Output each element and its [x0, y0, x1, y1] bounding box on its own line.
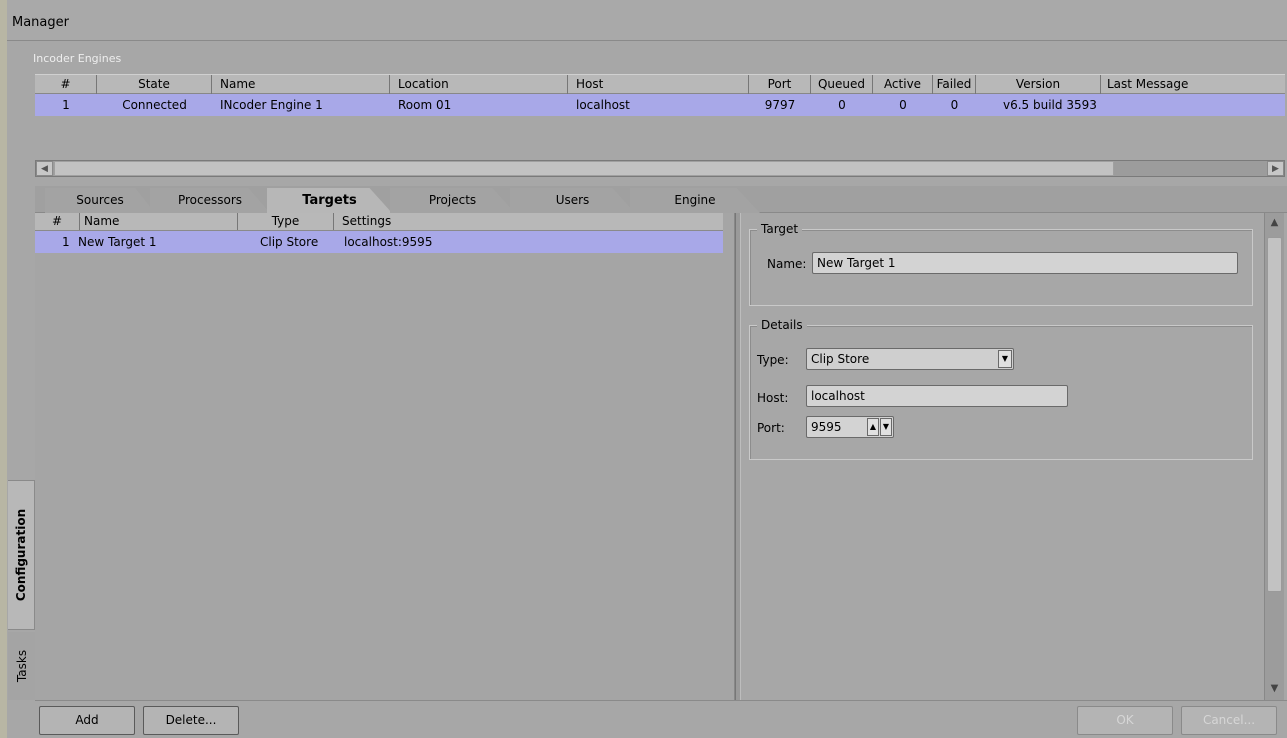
- column-header-active[interactable]: Active: [873, 75, 933, 94]
- tab-targets[interactable]: Targets: [267, 188, 392, 213]
- side-tab-tasks-label: Tasks: [14, 649, 29, 683]
- column-header-port[interactable]: Port: [749, 75, 811, 94]
- column-header-settings[interactable]: Settings: [334, 213, 723, 230]
- scrollbar-thumb[interactable]: [1267, 237, 1282, 592]
- type-select-value: Clip Store: [811, 352, 870, 366]
- target-name: New Target 1: [78, 235, 157, 249]
- tab-users[interactable]: Users: [510, 188, 635, 213]
- host-label: Host:: [757, 391, 789, 405]
- tab-processors[interactable]: Processors: [150, 188, 270, 213]
- engine-num: 1: [62, 98, 70, 112]
- column-header-state[interactable]: State: [97, 75, 212, 94]
- target-type: Clip Store: [260, 235, 319, 249]
- column-header-host[interactable]: Host: [568, 75, 749, 94]
- arrow-right-icon[interactable]: ▶: [1267, 161, 1284, 176]
- target-group-legend: Target: [757, 222, 803, 236]
- column-header-failed[interactable]: Failed: [933, 75, 976, 94]
- side-tab-configuration-label: Configuration: [14, 508, 28, 602]
- engine-active: 0: [899, 98, 907, 112]
- column-header-name[interactable]: Name: [80, 213, 238, 230]
- title-bar: Manager: [7, 0, 1287, 41]
- column-header-version[interactable]: Version: [976, 75, 1101, 94]
- button-bar: Add Delete... OK Cancel...: [35, 700, 1287, 738]
- column-header-num[interactable]: #: [35, 75, 97, 94]
- target-num: 1: [62, 235, 70, 249]
- arrow-down-icon[interactable]: ▼: [1266, 681, 1283, 698]
- engine-version: v6.5 build 3593: [1003, 98, 1097, 112]
- column-header-queued[interactable]: Queued: [811, 75, 873, 94]
- tab-projects[interactable]: Projects: [390, 188, 515, 213]
- engines-table-header: # State Name Location Host Port Queued A…: [35, 74, 1285, 94]
- chevron-down-icon[interactable]: ▼: [998, 350, 1012, 368]
- port-stepper[interactable]: 9595 ▲ ▼: [806, 416, 894, 438]
- port-label: Port:: [757, 421, 785, 435]
- port-value: 9595: [811, 420, 842, 434]
- tab-engine[interactable]: Engine: [630, 188, 760, 213]
- engines-horizontal-scrollbar[interactable]: ◀ ▶: [35, 160, 1285, 177]
- engine-failed: 0: [950, 98, 959, 112]
- tab-sources[interactable]: Sources: [45, 188, 155, 213]
- side-tab-configuration[interactable]: Configuration: [8, 480, 35, 630]
- cancel-button[interactable]: Cancel...: [1181, 706, 1277, 735]
- scrollbar-thumb[interactable]: [54, 161, 1114, 176]
- spin-up-icon[interactable]: ▲: [867, 418, 879, 436]
- name-input[interactable]: New Target 1: [812, 252, 1238, 274]
- engine-state: Connected: [122, 98, 187, 112]
- target-group: Target Name: New Target 1: [749, 222, 1253, 306]
- table-row[interactable]: 1 Connected INcoder Engine 1 Room 01 loc…: [35, 94, 1285, 116]
- column-header-name[interactable]: Name: [212, 75, 390, 94]
- column-header-location[interactable]: Location: [390, 75, 568, 94]
- type-select[interactable]: Clip Store ▼: [806, 348, 1014, 370]
- arrow-up-icon[interactable]: ▲: [1266, 215, 1283, 232]
- side-tab-tasks[interactable]: Tasks: [8, 632, 35, 700]
- host-input[interactable]: localhost: [806, 385, 1068, 407]
- table-row[interactable]: 1 New Target 1 Clip Store localhost:9595: [35, 231, 723, 253]
- engines-section-label: Incoder Engines: [33, 52, 122, 65]
- name-label: Name:: [767, 257, 807, 271]
- window-title: Manager: [12, 15, 69, 30]
- target-settings: localhost:9595: [344, 235, 433, 249]
- column-header-num[interactable]: #: [35, 213, 80, 230]
- column-header-last-message[interactable]: Last Message: [1101, 75, 1285, 94]
- engine-queued: 0: [838, 98, 846, 112]
- add-button[interactable]: Add: [39, 706, 135, 735]
- delete-button[interactable]: Delete...: [143, 706, 239, 735]
- config-tab-strip: Sources Processors Targets Projects User…: [35, 186, 1287, 213]
- column-header-type[interactable]: Type: [238, 213, 334, 230]
- ok-button[interactable]: OK: [1077, 706, 1173, 735]
- type-label: Type:: [757, 353, 789, 367]
- spin-down-icon[interactable]: ▼: [880, 418, 892, 436]
- details-vertical-scrollbar[interactable]: ▲ ▼: [1264, 213, 1284, 700]
- details-group: Details Type: Clip Store ▼ Host: localho…: [749, 318, 1253, 460]
- engine-port: 9797: [764, 98, 796, 112]
- engine-location: Room 01: [398, 98, 452, 112]
- panel-splitter[interactable]: [735, 213, 741, 738]
- details-group-legend: Details: [757, 318, 807, 332]
- arrow-left-icon[interactable]: ◀: [36, 161, 53, 176]
- left-edge-strip: [0, 0, 7, 738]
- engine-host: localhost: [576, 98, 630, 112]
- targets-list-panel: # Name Type Settings 1 New Target 1 Clip…: [35, 213, 735, 700]
- targets-table-header: # Name Type Settings: [35, 213, 723, 231]
- engine-name: INcoder Engine 1: [220, 98, 323, 112]
